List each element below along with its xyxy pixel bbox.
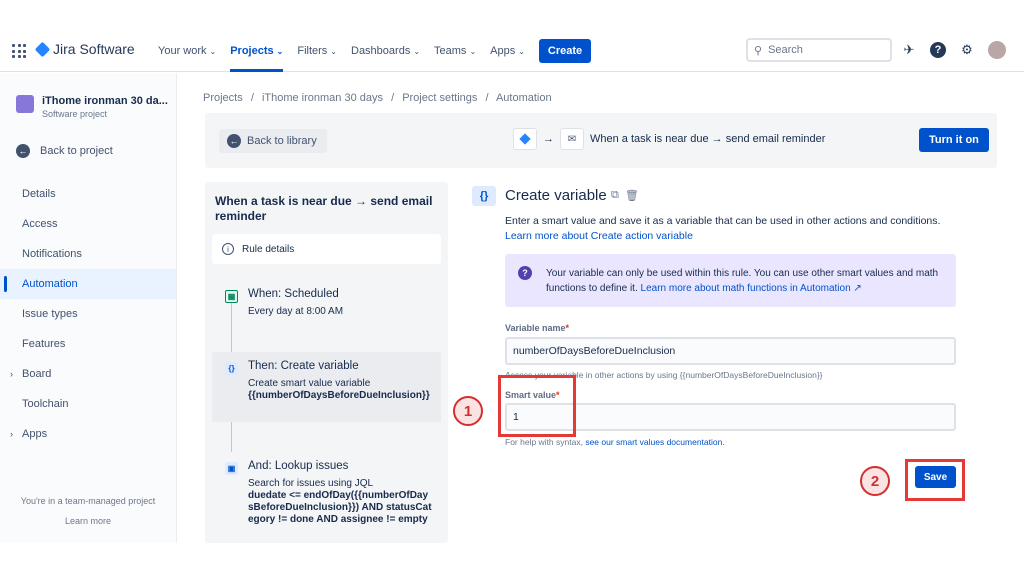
nav-projects[interactable]: Projects ⌄ — [230, 30, 284, 72]
chevron-right-icon: › — [10, 429, 13, 439]
question-icon: ? — [518, 266, 532, 280]
sidebar-item-notifications[interactable]: Notifications — [0, 239, 176, 269]
gear-icon[interactable]: ⚙ — [958, 41, 976, 59]
panel-title: Create variable — [505, 187, 607, 204]
chevron-down-icon: ⌄ — [209, 46, 217, 56]
sidebar-item-features[interactable]: Features — [0, 329, 176, 359]
sidebar-item-apps[interactable]: › Apps — [0, 419, 176, 449]
breadcrumb-projects[interactable]: Projects — [203, 92, 243, 104]
chevron-right-icon: › — [10, 369, 13, 379]
rule-title: When a task is near due → send email rem… — [215, 194, 433, 223]
curly-braces-icon: {} — [472, 186, 496, 206]
rule-flow-text: When a task is near due → send email rem… — [590, 133, 826, 145]
help-icon[interactable]: ? — [930, 42, 946, 58]
project-type: Software project — [42, 109, 108, 119]
chevron-down-icon: ⌄ — [276, 46, 284, 56]
notifications-icon[interactable]: ✈ — [900, 41, 918, 59]
back-to-library-button[interactable]: ← Back to library — [219, 129, 327, 153]
trigger-icon — [513, 128, 537, 150]
copy-icon[interactable]: ⧉ — [611, 189, 619, 202]
project-name: iThome ironman 30 da... — [42, 95, 168, 107]
variable-name-input[interactable]: numberOfDaysBeforeDueInclusion — [505, 337, 956, 365]
flow-connector — [231, 422, 232, 452]
learn-more-link[interactable]: Learn more — [0, 516, 176, 526]
chevron-down-icon: ⌄ — [518, 46, 525, 56]
smart-value-help: For help with syntax, see our smart valu… — [505, 437, 725, 447]
search-icon: ⚲ — [754, 44, 763, 57]
breadcrumb: Projects / iThome ironman 30 days / Proj… — [203, 92, 552, 104]
chevron-down-icon: ⌄ — [330, 46, 337, 56]
info-icon: i — [222, 243, 234, 255]
panel-actions: ⧉ 🗑 — [611, 189, 639, 202]
curly-braces-icon: {} — [225, 362, 238, 375]
top-icons: ✈ ? ⚙ — [900, 41, 1006, 59]
chevron-down-icon: ⌄ — [469, 46, 477, 56]
learn-more-create-variable-link[interactable]: Learn more about Create action variable — [505, 230, 693, 242]
top-navigation: Jira Software Your work ⌄ Projects ⌄ Filte… — [0, 30, 1024, 72]
nav-menu: Your work ⌄ Projects ⌄ Filters ⌄ Dashboards… — [158, 30, 592, 72]
user-avatar[interactable] — [988, 41, 1006, 59]
nav-your-work[interactable]: Your work ⌄ — [158, 30, 216, 72]
page: Jira Software Your work ⌄ Projects ⌄ Filte… — [0, 0, 1024, 576]
email-icon: ✉ — [560, 128, 584, 150]
search-input[interactable]: ⚲ Search — [746, 38, 892, 62]
rule-step-lookup[interactable]: ▣ And: Lookup issues Search for issues u… — [212, 452, 441, 534]
nav-teams[interactable]: Teams ⌄ — [434, 30, 476, 72]
app-switcher-icon[interactable] — [12, 44, 26, 58]
breadcrumb-settings[interactable]: Project settings — [402, 92, 477, 104]
nav-dashboards[interactable]: Dashboards ⌄ — [351, 30, 420, 72]
rule-details-item[interactable]: i Rule details — [212, 234, 441, 264]
chevron-down-icon: ⌄ — [413, 46, 421, 56]
sidebar-item-automation[interactable]: Automation — [0, 269, 176, 299]
rule-flow-summary: → ✉ When a task is near due → send email… — [513, 128, 825, 150]
lookup-icon: ▣ — [225, 462, 238, 475]
smart-values-docs-link[interactable]: see our smart values documentation. — [585, 437, 724, 447]
project-avatar — [16, 95, 34, 113]
back-to-project-link[interactable]: ← Back to project — [16, 144, 113, 158]
calendar-icon: ▦ — [225, 290, 238, 303]
step-badge-1: 1 — [453, 396, 483, 426]
arrow-right-icon: → — [543, 133, 554, 145]
sidebar-item-details[interactable]: Details — [0, 179, 176, 209]
sidebar-list: Details Access Notifications Automation … — [0, 179, 176, 449]
panel-description: Enter a smart value and save it as a var… — [505, 215, 941, 242]
rule-step-trigger[interactable]: ▦ When: Scheduled Every day at 8:00 AM — [212, 280, 441, 326]
variable-name-label: Variable name* — [505, 323, 570, 333]
jira-diamond-icon — [34, 41, 51, 57]
rule-panel: When a task is near due → send email rem… — [205, 182, 448, 543]
breadcrumb-automation[interactable]: Automation — [496, 92, 552, 104]
math-functions-link[interactable]: Learn more about math functions in Autom… — [641, 283, 862, 294]
nav-apps[interactable]: Apps ⌄ — [490, 30, 525, 72]
team-managed-note: You're in a team-managed project — [20, 496, 156, 506]
rule-toolbar: ← Back to library → ✉ When a task is nea… — [205, 113, 997, 168]
sidebar-item-issue-types[interactable]: Issue types — [0, 299, 176, 329]
nav-filters[interactable]: Filters ⌄ — [297, 30, 337, 72]
arrow-left-icon: ← — [16, 144, 30, 158]
turn-it-on-button[interactable]: Turn it on — [919, 128, 989, 152]
breadcrumb-project[interactable]: iThome ironman 30 days — [262, 92, 383, 104]
create-button[interactable]: Create — [538, 39, 592, 63]
sidebar: iThome ironman 30 da... Software project… — [0, 73, 177, 543]
sidebar-item-access[interactable]: Access — [0, 209, 176, 239]
info-panel: ? Your variable can only be used within … — [505, 254, 956, 307]
highlight-box-save — [905, 459, 965, 501]
trash-icon[interactable]: 🗑 — [625, 189, 639, 202]
highlight-box-smart-value — [498, 375, 576, 437]
jira-logo[interactable]: Jira Software — [34, 41, 135, 57]
arrow-left-icon: ← — [227, 134, 241, 148]
rule-step-create-variable[interactable]: {} Then: Create variable Create smart va… — [212, 352, 441, 422]
sidebar-item-board[interactable]: › Board — [0, 359, 176, 389]
sidebar-item-toolchain[interactable]: Toolchain — [0, 389, 176, 419]
project-header[interactable]: iThome ironman 30 da... Software project — [16, 95, 168, 119]
brand-name: Jira Software — [53, 41, 135, 57]
step-badge-2: 2 — [860, 466, 890, 496]
